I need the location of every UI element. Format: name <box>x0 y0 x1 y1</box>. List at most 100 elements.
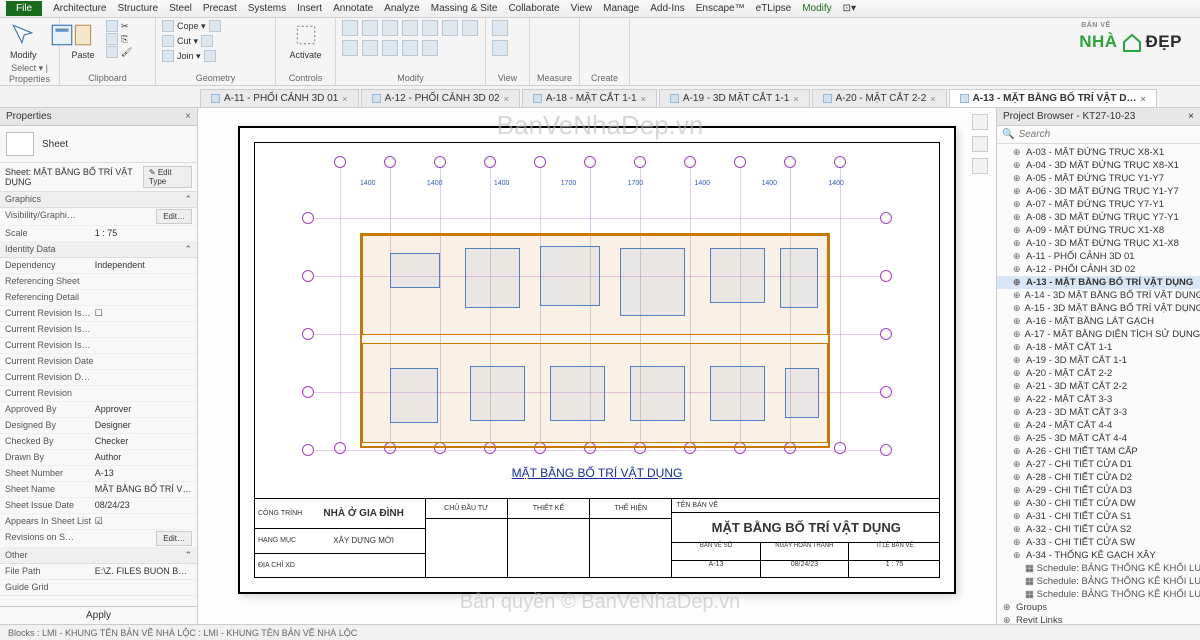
instance-selector[interactable]: Sheet: MẶT BẰNG BỐ TRÍ VẬT DỤNG <box>5 167 143 187</box>
browser-schedule-node[interactable]: ▦ Schedule: BẢNG THỐNG KÊ KHỐI LƯỢNG <box>997 588 1200 601</box>
doc-tab[interactable]: A-18 - MẶT CẮT 1-1× <box>522 89 657 107</box>
browser-sheet-node[interactable]: ⊕A-17 - MẶT BẰNG DIỆN TÍCH SỬ DỤNG <box>997 328 1200 341</box>
menu-systems[interactable]: Systems <box>248 3 286 14</box>
menu-collaborate[interactable]: Collaborate <box>508 3 559 14</box>
property-row[interactable]: Guide Grid <box>0 580 197 596</box>
browser-sheet-node[interactable]: ⊕A-21 - 3D MẶT CẮT 2-2 <box>997 380 1200 393</box>
doc-tab[interactable]: A-12 - PHỐI CẢNH 3D 02× <box>361 89 520 107</box>
browser-schedule-node[interactable]: ▦ Schedule: BẢNG THỐNG KÊ KHỐI LƯỢNG <box>997 562 1200 575</box>
tab-close-icon[interactable]: × <box>504 94 509 104</box>
edit-button[interactable]: Edit… <box>156 209 192 224</box>
cutgeo-button[interactable]: Cut ▾ <box>162 35 269 47</box>
activate-button[interactable]: Activate <box>282 20 329 62</box>
scale-icon[interactable] <box>362 40 378 56</box>
split-icon[interactable] <box>422 20 438 36</box>
drawing-canvas[interactable]: 14001400140017001700140014001400 MẶT BẰN… <box>198 108 996 624</box>
browser-sheet-node[interactable]: ⊕A-25 - 3D MẶT CẮT 4-4 <box>997 432 1200 445</box>
browser-sheet-node[interactable]: ⊕A-23 - 3D MẶT CẮT 3-3 <box>997 406 1200 419</box>
tab-close-icon[interactable]: × <box>793 94 798 104</box>
browser-sheet-node[interactable]: ⊕A-27 - CHI TIẾT CỬA D1 <box>997 458 1200 471</box>
nav-wheel-icon[interactable] <box>972 136 988 152</box>
property-row[interactable]: Referencing Sheet <box>0 274 197 290</box>
browser-sheet-node[interactable]: ⊕A-14 - 3D MẶT BẰNG BỐ TRÍ VẬT DỤNG <box>997 289 1200 302</box>
property-row[interactable]: Current Revision Issued To <box>0 338 197 354</box>
browser-sheet-node[interactable]: ⊕A-24 - MẶT CẮT 4-4 <box>997 419 1200 432</box>
property-row[interactable]: Current Revision Issued By <box>0 322 197 338</box>
menu-manage[interactable]: Manage <box>603 3 639 14</box>
menu-etlipse[interactable]: eTLipse <box>756 3 792 14</box>
browser-sheet-node[interactable]: ⊕A-11 - PHỐI CẢNH 3D 01 <box>997 250 1200 263</box>
property-row[interactable]: Current Revision Issued☐ <box>0 306 197 322</box>
property-row[interactable]: Appears In Sheet List☑ <box>0 514 197 530</box>
browser-sheet-node[interactable]: ⊕A-04 - 3D MẶT ĐỨNG TRỤC X8-X1 <box>997 159 1200 172</box>
menu-architecture[interactable]: Architecture <box>53 3 106 14</box>
property-row[interactable]: Revisions on SheetEdit… <box>0 530 197 548</box>
browser-sheet-node[interactable]: ⊕A-07 - MẶT ĐỨNG TRỤC Y7-Y1 <box>997 198 1200 211</box>
browser-sheet-node[interactable]: ⊕A-18 - MẶT CẮT 1-1 <box>997 341 1200 354</box>
browser-sheet-node[interactable]: ⊕A-32 - CHI TIẾT CỬA S2 <box>997 523 1200 536</box>
search-input[interactable] <box>1018 129 1195 140</box>
property-row[interactable]: Visibility/Graphics Overrid…Edit… <box>0 208 197 226</box>
property-row[interactable]: DependencyIndependent <box>0 258 197 274</box>
properties-close-icon[interactable]: × <box>185 111 191 122</box>
browser-schedule-node[interactable]: ▦ Schedule: BẢNG THỐNG KÊ KHỐI LƯỢNG <box>997 575 1200 588</box>
browser-close-icon[interactable]: × <box>1188 111 1194 122</box>
tab-close-icon[interactable]: × <box>342 94 347 104</box>
view-ico2[interactable] <box>492 40 508 56</box>
property-row[interactable]: File PathE:\Z. FILES BUON BAN\NH… <box>0 564 197 580</box>
browser-sheet-node[interactable]: ⊕A-09 - MẶT ĐỨNG TRỤC X1-X8 <box>997 224 1200 237</box>
property-row[interactable]: Scale1 : 75 <box>0 226 197 242</box>
browser-sheet-node[interactable]: ⊕A-34 - THỐNG KÊ GẠCH XÂY <box>997 549 1200 562</box>
menu-massing[interactable]: Massing & Site <box>431 3 498 14</box>
browser-sheet-node[interactable]: ⊕A-15 - 3D MẶT BẰNG BỐ TRÍ VẬT DỤNG <box>997 302 1200 315</box>
browser-sheet-node[interactable]: ⊕A-16 - MẶT BẰNG LÁT GẠCH <box>997 315 1200 328</box>
browser-sheet-node[interactable]: ⊕A-12 - PHỐI CẢNH 3D 02 <box>997 263 1200 276</box>
menu-analyze[interactable]: Analyze <box>384 3 420 14</box>
browser-sheet-node[interactable]: ⊕A-08 - 3D MẶT ĐỨNG TRỤC Y7-Y1 <box>997 211 1200 224</box>
copy-icon[interactable] <box>362 20 378 36</box>
property-row[interactable]: Sheet Issue Date08/24/23 <box>0 498 197 514</box>
menu-addins[interactable]: Add-Ins <box>650 3 684 14</box>
cut-button[interactable]: ✂ <box>106 20 132 32</box>
nav-zoom-icon[interactable] <box>972 158 988 174</box>
doc-tab[interactable]: A-20 - MẶT CẮT 2-2× <box>812 89 947 107</box>
browser-sheet-node[interactable]: ⊕A-19 - 3D MẶT CẮT 1-1 <box>997 354 1200 367</box>
browser-sheet-node[interactable]: ⊕A-30 - CHI TIẾT CỬA DW <box>997 497 1200 510</box>
browser-sheet-node[interactable]: ⊕A-10 - 3D MẶT ĐỨNG TRỤC X1-X8 <box>997 237 1200 250</box>
doc-tab[interactable]: A-13 - MẶT BẰNG BỐ TRÍ VẬT D…× <box>949 89 1157 107</box>
measure-button[interactable] <box>536 20 573 24</box>
matchtype-button[interactable]: 🖌 <box>106 46 132 58</box>
doc-tab[interactable]: A-19 - 3D MẶT CẮT 1-1× <box>659 89 810 107</box>
browser-sheet-node[interactable]: ⊕A-33 - CHI TIẾT CỬA SW <box>997 536 1200 549</box>
browser-search[interactable]: 🔍 <box>997 126 1200 144</box>
browser-sheet-node[interactable]: ⊕A-28 - CHI TIẾT CỬA D2 <box>997 471 1200 484</box>
browser-sheet-node[interactable]: ⊕A-31 - CHI TIẾT CỬA S1 <box>997 510 1200 523</box>
property-row[interactable]: Current Revision Descripti… <box>0 370 197 386</box>
property-row[interactable]: Checked ByChecker <box>0 434 197 450</box>
property-row[interactable]: Sheet NumberA-13 <box>0 466 197 482</box>
property-row[interactable]: Current Revision <box>0 386 197 402</box>
browser-sheet-node[interactable]: ⊕A-06 - 3D MẶT ĐỨNG TRỤC Y1-Y7 <box>997 185 1200 198</box>
browser-sheet-node[interactable]: ⊕A-22 - MẶT CẮT 3-3 <box>997 393 1200 406</box>
tab-close-icon[interactable]: × <box>930 94 935 104</box>
menu-precast[interactable]: Precast <box>203 3 237 14</box>
cope-button[interactable]: Cope ▾ <box>162 20 269 32</box>
menu-overflow-icon[interactable]: ⊡▾ <box>843 3 856 14</box>
apply-button[interactable]: Apply <box>66 608 131 623</box>
paste-button[interactable]: Paste <box>66 20 100 62</box>
menu-file[interactable]: File <box>6 1 42 16</box>
copy-button[interactable]: ⎘ <box>106 33 132 45</box>
menu-annotate[interactable]: Annotate <box>333 3 373 14</box>
browser-sheet-node[interactable]: ⊕A-03 - MẶT ĐỨNG TRỤC X8-X1 <box>997 146 1200 159</box>
delete-icon[interactable] <box>422 40 438 56</box>
browser-group-node[interactable]: ⊕Groups <box>997 601 1200 614</box>
browser-sheet-node[interactable]: ⊕A-05 - MẶT ĐỨNG TRỤC Y1-Y7 <box>997 172 1200 185</box>
edit-type-button[interactable]: ✎ Edit Type <box>143 166 192 188</box>
browser-sheet-node[interactable]: ⊕A-13 - MẶT BẰNG BỐ TRÍ VẬT DỤNG <box>997 276 1200 289</box>
move-icon[interactable] <box>342 20 358 36</box>
menu-view[interactable]: View <box>571 3 593 14</box>
property-row[interactable]: Referencing Detail <box>0 290 197 306</box>
browser-group-node[interactable]: ⊕Revit Links <box>997 614 1200 624</box>
nav-home-icon[interactable] <box>972 114 988 130</box>
view-ico1[interactable] <box>492 20 508 36</box>
